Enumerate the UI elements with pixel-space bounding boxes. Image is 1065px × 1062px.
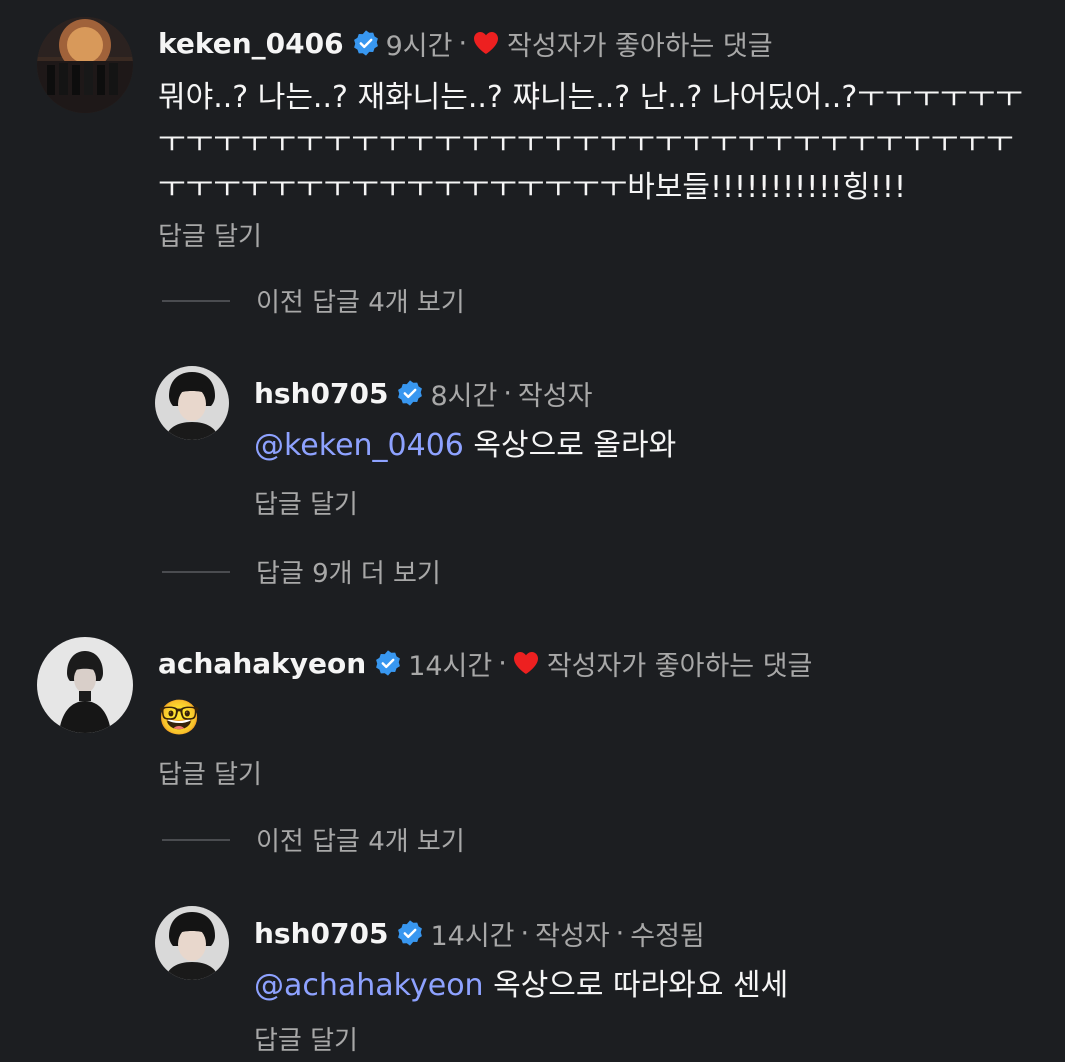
author-label: 작성자 bbox=[535, 920, 610, 952]
view-replies-label: 이전 답글 4개 보기 bbox=[256, 827, 465, 857]
comment-time: 14시간 bbox=[408, 650, 493, 682]
reply-button[interactable]: 답글 달기 bbox=[158, 754, 262, 791]
divider-line bbox=[162, 838, 230, 841]
verified-badge-icon bbox=[396, 379, 424, 407]
username[interactable]: achahakyeon bbox=[158, 647, 366, 680]
comment-meta: achahakyeon 14시간 · 작성자가 좋아하는 댓글 bbox=[158, 644, 812, 682]
reply-time: 14시간 bbox=[430, 920, 515, 952]
username[interactable]: hsh0705 bbox=[254, 377, 388, 410]
separator: · bbox=[498, 647, 507, 679]
view-previous-replies-button[interactable]: 이전 답글 4개 보기 bbox=[162, 282, 465, 319]
view-previous-replies-button[interactable]: 이전 답글 4개 보기 bbox=[162, 821, 465, 858]
avatar[interactable] bbox=[155, 366, 229, 440]
author-label: 작성자 bbox=[517, 380, 593, 412]
verified-badge-icon bbox=[374, 649, 402, 677]
verified-badge-icon bbox=[352, 29, 380, 57]
heart-icon bbox=[473, 31, 499, 55]
reply-message: 옥상으로 따라와요 센세 bbox=[483, 968, 789, 1003]
liked-by-author-label: 작성자가 좋아하는 댓글 bbox=[546, 650, 813, 682]
divider-line bbox=[162, 299, 230, 302]
comments-thread: keken_0406 9시간 · 작성자가 좋아하는 댓글 뭐야..? 나는..… bbox=[0, 0, 1065, 1062]
divider-line bbox=[162, 570, 230, 573]
mention-link[interactable]: @achahakyeon bbox=[254, 968, 484, 1003]
heart-icon bbox=[513, 651, 539, 675]
view-replies-label: 이전 답글 4개 보기 bbox=[256, 288, 465, 318]
avatar[interactable] bbox=[37, 17, 133, 113]
comment-text: 🤓 bbox=[158, 698, 201, 738]
view-replies-label: 답글 9개 더 보기 bbox=[256, 559, 441, 589]
separator: · bbox=[520, 917, 530, 949]
avatar[interactable] bbox=[155, 906, 229, 980]
separator: · bbox=[615, 917, 625, 949]
edited-label: 수정됨 bbox=[630, 920, 705, 952]
username[interactable]: keken_0406 bbox=[158, 27, 344, 60]
reply-button[interactable]: 답글 달기 bbox=[254, 484, 358, 521]
reply-message: 옥상으로 올라와 bbox=[463, 428, 677, 463]
reply-button[interactable]: 답글 달기 bbox=[158, 216, 262, 253]
view-more-replies-button[interactable]: 답글 9개 더 보기 bbox=[162, 553, 441, 590]
reply-text: @achahakyeon 옥상으로 따라와요 센세 bbox=[254, 963, 1044, 1008]
reply-button[interactable]: 답글 달기 bbox=[254, 1020, 358, 1057]
separator: · bbox=[503, 377, 512, 409]
reply-text: @keken_0406 옥상으로 올라와 bbox=[254, 423, 1034, 468]
verified-badge-icon bbox=[396, 919, 424, 947]
comment-text: 뭐야..? 나는..? 재화니는..? 쨔니는..? 난..? 나어딨어..?ㅜ… bbox=[158, 80, 1023, 205]
reply-time: 8시간 bbox=[430, 380, 498, 412]
avatar[interactable] bbox=[37, 637, 133, 733]
reply-meta: hsh0705 14시간 · 작성자 · 수정됨 bbox=[254, 914, 705, 952]
separator: · bbox=[458, 27, 468, 59]
reply-meta: hsh0705 8시간 · 작성자 bbox=[254, 374, 592, 412]
username[interactable]: hsh0705 bbox=[254, 917, 388, 950]
comment-meta: keken_0406 9시간 · 작성자가 좋아하는 댓글 bbox=[158, 24, 773, 62]
comment-time: 9시간 bbox=[385, 30, 453, 62]
liked-by-author-label: 작성자가 좋아하는 댓글 bbox=[507, 30, 773, 62]
mention-link[interactable]: @keken_0406 bbox=[254, 428, 464, 463]
